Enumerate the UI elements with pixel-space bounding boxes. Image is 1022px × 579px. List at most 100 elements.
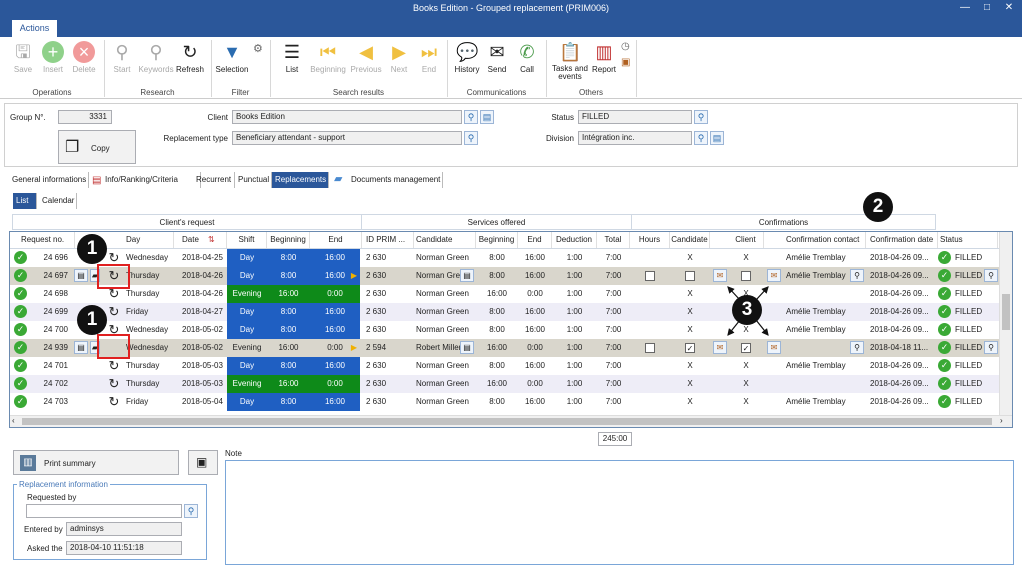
scrollbar-thumb[interactable] (22, 418, 992, 425)
scrollbar-thumb[interactable] (1002, 294, 1010, 330)
search-icon[interactable]: ⚲ (984, 269, 998, 282)
col-confirm-client[interactable]: Client (728, 232, 764, 248)
search-icon[interactable]: ⚲ (694, 131, 708, 145)
tab-info-ranking-criteria[interactable]: ▤ Info/Ranking/Criteria (89, 172, 201, 188)
col-deduction[interactable]: Deduction (552, 232, 597, 248)
scroll-right-icon[interactable]: › (1000, 416, 1003, 425)
search-icon[interactable]: ⚲ (984, 341, 998, 354)
copy-button[interactable]: ❐ Copy (58, 130, 136, 164)
search-icon[interactable]: ⚲ (850, 341, 864, 354)
list-button[interactable]: ☰ List (275, 41, 309, 85)
start-button[interactable]: ⚲ Start (105, 41, 139, 85)
recurrence-icon[interactable]: ↻ (103, 357, 125, 375)
col-date[interactable]: Date (182, 232, 227, 248)
briefcase-icon[interactable]: ▣ (621, 57, 630, 68)
next-button[interactable]: ▶ Next (382, 41, 416, 85)
contact-card-icon[interactable]: ▤ (460, 269, 474, 282)
folder-icon[interactable]: ▤ (710, 131, 724, 145)
tasks-and-events-button[interactable]: 📋 Tasks and events (552, 41, 588, 85)
col-end-offered[interactable]: End (518, 232, 552, 248)
folder-icon[interactable]: ▤ (480, 110, 494, 124)
candidate-cell[interactable]: Robert Miller (416, 339, 460, 357)
search-icon[interactable]: ⚲ (184, 504, 198, 518)
search-icon[interactable]: ⚲ (464, 131, 478, 145)
previous-button[interactable]: ◀ Previous (349, 41, 383, 85)
table-row[interactable]: ✓ 24 699 ↻ Friday 2018-04-27 Day 8:00 16:00 2 63… (10, 303, 999, 321)
col-shift[interactable]: Shift (227, 232, 267, 248)
keywords-button[interactable]: ⚲ Keywords (138, 41, 173, 85)
insert-button[interactable]: + Insert (36, 41, 70, 85)
play-icon[interactable]: ▶ (348, 267, 360, 285)
play-icon[interactable]: ▶ (348, 339, 360, 357)
table-row[interactable]: ✓ 24 703 ↻ Friday 2018-05-04 Day 8:00 16:00 2 63… (10, 393, 999, 411)
beginning-button[interactable]: ⏮ Beginning (310, 41, 346, 85)
search-icon[interactable]: ⚲ (464, 110, 478, 124)
vertical-scrollbar[interactable] (999, 232, 1012, 415)
contact-card-icon[interactable]: ▤ (460, 341, 474, 354)
report-button[interactable]: ▥ Report (587, 41, 621, 85)
print-summary-button[interactable]: ▥ Print summary (13, 450, 179, 475)
candidate-cell[interactable]: Norman Green (416, 357, 476, 375)
id-card-icon[interactable]: ▤ (74, 269, 88, 282)
tab-actions[interactable]: Actions (12, 20, 57, 37)
tab-punctual[interactable]: Punctual (235, 172, 272, 188)
save-button[interactable]: 🖫 Save (6, 41, 40, 85)
table-row[interactable]: ✓ 24 700 ↻ Wednesday 2018-05-02 Day 8:00 16:00 2… (10, 321, 999, 339)
refresh-button[interactable]: ↻ Refresh (173, 41, 207, 85)
status-field[interactable]: FILLED (578, 110, 692, 124)
tab-general-informations[interactable]: General informations (9, 172, 89, 188)
hours-checkbox[interactable] (630, 267, 670, 285)
col-confirm-candidate[interactable]: Candidate (670, 232, 710, 248)
col-end[interactable]: End (310, 232, 362, 248)
note-textarea[interactable] (225, 460, 1014, 565)
table-row[interactable]: ✓ 24 698 ↻ Thursday 2018-04-26 Evening 16:00 0:… (10, 285, 999, 303)
candidate-cell[interactable]: Norman Gre (416, 267, 460, 285)
col-id-prim[interactable]: ID PRIM ... (366, 232, 414, 248)
scroll-left-icon[interactable]: ‹ (12, 416, 15, 425)
client-field[interactable]: Books Edition (232, 110, 462, 124)
candidate-cell[interactable]: Norman Green (416, 249, 476, 267)
candidate-cell[interactable]: Norman Green (416, 321, 476, 339)
division-field[interactable]: Intégration inc. (578, 131, 692, 145)
end-button[interactable]: ⏭ End (412, 41, 446, 85)
selection-button[interactable]: ▼ Selection (215, 41, 249, 85)
candidate-cell[interactable]: Norman Green (416, 285, 476, 303)
contact-card-button[interactable]: ▣ (188, 450, 218, 475)
table-row[interactable]: ✓ 24 696 ↻ Wednesday 2018-04-25 Day 8:00 16:00 2… (10, 249, 999, 267)
maximize-icon[interactable]: □ (980, 2, 994, 14)
id-card-icon[interactable]: ▤ (74, 341, 88, 354)
candidate-cell[interactable]: Norman Green (416, 303, 476, 321)
minimize-icon[interactable]: — (958, 2, 972, 14)
recurrence-icon[interactable]: ↻ (103, 375, 125, 393)
candidate-cell[interactable]: Norman Green (416, 393, 476, 411)
group-number-field[interactable]: 3331 (58, 110, 112, 124)
close-icon[interactable]: ✕ (1002, 2, 1016, 14)
history-button[interactable]: 💬 History (450, 41, 484, 85)
search-icon[interactable]: ⚲ (850, 269, 864, 282)
subtab-list[interactable]: List (13, 193, 37, 209)
search-icon[interactable]: ⚲ (694, 110, 708, 124)
table-row[interactable]: ✓ 24 702 ↻ Thursday 2018-05-03 Evening 16:00 0:… (10, 375, 999, 393)
replacement-type-field[interactable]: Beneficiary attendant - support (232, 131, 462, 145)
col-request-no[interactable]: Request no. (21, 232, 75, 248)
candidate-cell[interactable]: Norman Green (416, 375, 476, 393)
horizontal-scrollbar[interactable]: ‹ › (10, 415, 1012, 427)
table-row[interactable]: ✓ 24 701 ↻ Thursday 2018-05-03 Day 8:00 16:00 2 … (10, 357, 999, 375)
send-button[interactable]: ✉ Send (480, 41, 514, 85)
tab-documents-management[interactable]: ▰ Documents management (331, 172, 443, 188)
col-day[interactable]: Day (126, 232, 174, 248)
col-beginning-offered[interactable]: Beginning (476, 232, 518, 248)
tab-recurrent[interactable]: Recurrent (193, 172, 235, 188)
clock-icon[interactable]: ◷ (621, 41, 630, 52)
recurrence-icon[interactable]: ↻ (103, 393, 125, 411)
tab-replacements[interactable]: Replacements (272, 172, 329, 188)
asked-the-field[interactable]: 2018-04-10 11:51:18 (66, 541, 182, 555)
subtab-calendar[interactable]: Calendar (39, 193, 77, 209)
delete-button[interactable]: × Delete (67, 41, 101, 85)
hours-checkbox[interactable] (630, 339, 670, 357)
requested-by-field[interactable] (26, 504, 182, 518)
col-hours[interactable]: Hours (630, 232, 670, 248)
col-beginning[interactable]: Beginning (267, 232, 310, 248)
table-row[interactable]: ✓ 24 939 ▤ ▰ Wednesday 2018-05-02 Evening 16:00… (10, 339, 999, 357)
col-candidate[interactable]: Candidate (416, 232, 476, 248)
